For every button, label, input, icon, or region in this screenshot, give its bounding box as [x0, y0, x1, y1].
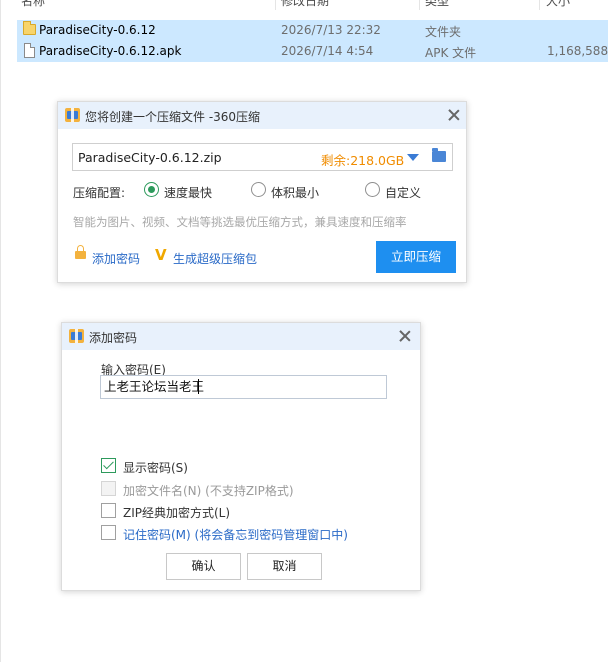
column-divider[interactable]	[539, 0, 540, 10]
column-type[interactable]: 类型	[425, 0, 449, 9]
encrypt-filenames-label: 加密文件名(N) (不支持ZIP格式)	[123, 484, 294, 498]
file-row-apk[interactable]: ParadiseCity-0.6.12.apk 2026/7/14 4:54 A…	[17, 41, 608, 62]
zip-classic-encryption-label[interactable]: ZIP经典加密方式(L)	[123, 504, 230, 521]
compress-now-button[interactable]: 立即压缩	[376, 241, 456, 273]
compress-dialog-title: 您将创建一个压缩文件 -360压缩	[85, 110, 261, 124]
app-360zip-icon	[69, 329, 84, 343]
zip-classic-encryption-checkbox[interactable]	[101, 503, 116, 518]
text-caret	[198, 379, 199, 394]
file-row-folder[interactable]: ParadiseCity-0.6.12 2026/7/13 22:32 文件夹	[17, 20, 608, 41]
archive-name-field[interactable]: ParadiseCity-0.6.12.zip 剩余:218.0GB	[72, 143, 453, 171]
remember-password-checkbox[interactable]	[101, 525, 116, 540]
radio-smallest-label[interactable]: 体积最小	[271, 184, 319, 201]
browse-folder-icon[interactable]	[432, 148, 446, 162]
file-name: ParadiseCity-0.6.12.apk	[39, 44, 182, 58]
file-name: ParadiseCity-0.6.12	[39, 23, 156, 37]
password-input[interactable]: 上老王论坛当老王	[100, 375, 387, 399]
file-modified: 2026/7/13 22:32	[281, 23, 381, 37]
vip-v-icon: V	[155, 246, 167, 264]
column-name[interactable]: 名称	[21, 0, 45, 9]
radio-fastest-label[interactable]: 速度最快	[164, 184, 212, 201]
show-password-label[interactable]: 显示密码(S)	[123, 459, 188, 476]
compress-dialog-titlebar[interactable]: 您将创建一个压缩文件 -360压缩	[58, 102, 466, 129]
cancel-button[interactable]: 取消	[247, 553, 322, 580]
compress-hint: 智能为图片、视频、文档等挑选最优压缩方式，兼具速度和压缩率	[73, 215, 407, 229]
column-divider[interactable]	[275, 0, 276, 10]
password-dialog-title: 添加密码	[89, 331, 138, 345]
password-dialog-titlebar[interactable]: 添加密码	[62, 323, 420, 350]
app-360zip-icon	[65, 108, 80, 122]
column-header: 名称 修改日期 类型 大小	[1, 0, 608, 10]
radio-fastest[interactable]	[144, 182, 159, 197]
radio-custom[interactable]	[365, 182, 380, 197]
file-type: 文件夹	[425, 25, 462, 39]
column-divider[interactable]	[419, 0, 420, 10]
file-size: 1,168,588...	[547, 44, 608, 58]
remember-password-label[interactable]: 记住密码(M) (将会备忘到密码管理窗口中)	[123, 526, 348, 543]
show-password-checkbox[interactable]	[101, 458, 116, 473]
radio-smallest[interactable]	[251, 182, 266, 197]
lock-icon	[75, 245, 86, 259]
encrypt-filenames-checkbox	[101, 481, 116, 496]
folder-icon	[23, 21, 36, 35]
chevron-down-icon[interactable]	[407, 154, 419, 161]
confirm-button[interactable]: 确认	[166, 553, 241, 580]
file-icon	[24, 43, 35, 58]
compress-dialog: 您将创建一个压缩文件 -360压缩 ParadiseCity-0.6.12.zi…	[57, 101, 467, 283]
archive-filename[interactable]: ParadiseCity-0.6.12.zip	[78, 150, 222, 165]
file-type: APK 文件	[425, 46, 477, 60]
close-icon[interactable]	[447, 108, 461, 122]
column-size[interactable]: 大小	[546, 0, 570, 9]
add-password-link[interactable]: 添加密码	[92, 250, 140, 267]
compress-config-label: 压缩配置:	[73, 186, 126, 200]
close-icon[interactable]	[398, 329, 412, 343]
column-modified[interactable]: 修改日期	[281, 0, 329, 9]
free-space-label: 剩余:218.0GB	[321, 153, 405, 168]
file-modified: 2026/7/14 4:54	[281, 44, 374, 58]
super-pack-link[interactable]: 生成超级压缩包	[173, 250, 257, 267]
radio-custom-label[interactable]: 自定义	[385, 184, 421, 201]
add-password-dialog: 添加密码 输入密码(E) 上老王论坛当老王 显示密码(S) 加密文件名(N) (…	[61, 322, 421, 591]
